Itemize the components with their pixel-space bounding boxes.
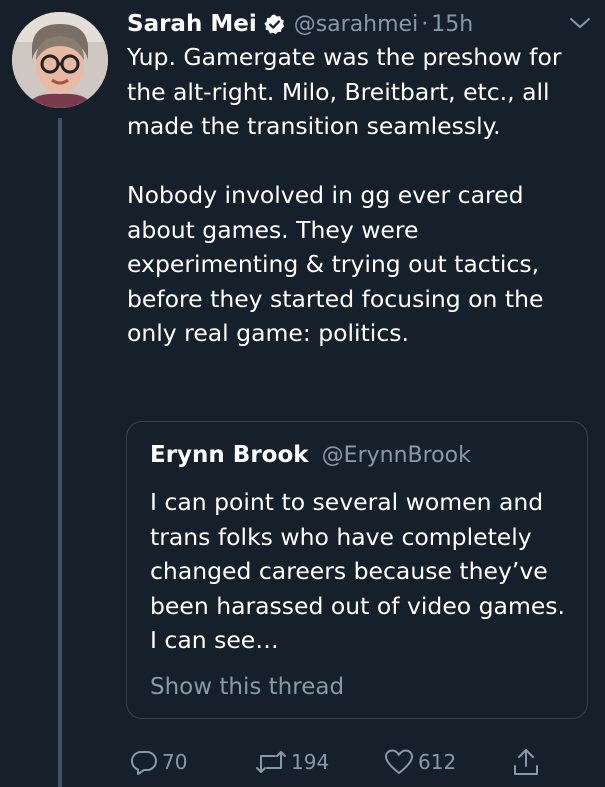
- timestamp[interactable]: 15h: [431, 12, 473, 37]
- heart-icon: [385, 749, 413, 774]
- like-count: 612: [418, 750, 457, 774]
- tweet-header: Sarah Mei @sarahmei · 15h: [127, 6, 473, 42]
- retweet-count: 194: [291, 750, 330, 774]
- author-name[interactable]: Sarah Mei: [127, 11, 257, 37]
- quoted-tweet-header: Erynn Brook @ErynnBrook: [150, 442, 471, 468]
- retweet-button[interactable]: 194: [255, 740, 329, 784]
- tweet-paragraph: Nobody involved in gg ever cared about g…: [127, 181, 544, 347]
- reply-button[interactable]: 70: [130, 740, 187, 784]
- verified-badge-icon: [264, 13, 284, 34]
- quoted-tweet[interactable]: Erynn Brook @ErynnBrook I can point to s…: [126, 421, 588, 719]
- action-bar: 70 194 612: [0, 740, 605, 784]
- avatar[interactable]: [12, 12, 108, 108]
- show-thread-link[interactable]: Show this thread: [150, 674, 344, 700]
- reply-icon: [130, 750, 157, 775]
- tweet-text: Yup. Gamergate was the preshow for the a…: [127, 40, 597, 351]
- like-button[interactable]: 612: [384, 740, 456, 784]
- separator-dot: ·: [421, 11, 429, 37]
- share-button[interactable]: [512, 740, 540, 784]
- share-icon: [514, 749, 538, 775]
- tweet-paragraph: Yup. Gamergate was the preshow for the a…: [127, 43, 562, 140]
- quoted-author-name: Erynn Brook: [150, 442, 309, 468]
- avatar-image: [12, 12, 108, 108]
- quoted-tweet-text: I can point to several women and trans f…: [150, 488, 566, 654]
- thread-line: [58, 118, 62, 787]
- retweet-icon: [256, 751, 286, 773]
- chevron-down-icon[interactable]: [567, 12, 593, 34]
- quoted-author-handle: @ErynnBrook: [321, 443, 471, 468]
- author-handle[interactable]: @sarahmei: [294, 12, 419, 37]
- tweet[interactable]: Sarah Mei @sarahmei · 15h Yup. Gamergate…: [0, 0, 605, 787]
- reply-count: 70: [162, 750, 188, 774]
